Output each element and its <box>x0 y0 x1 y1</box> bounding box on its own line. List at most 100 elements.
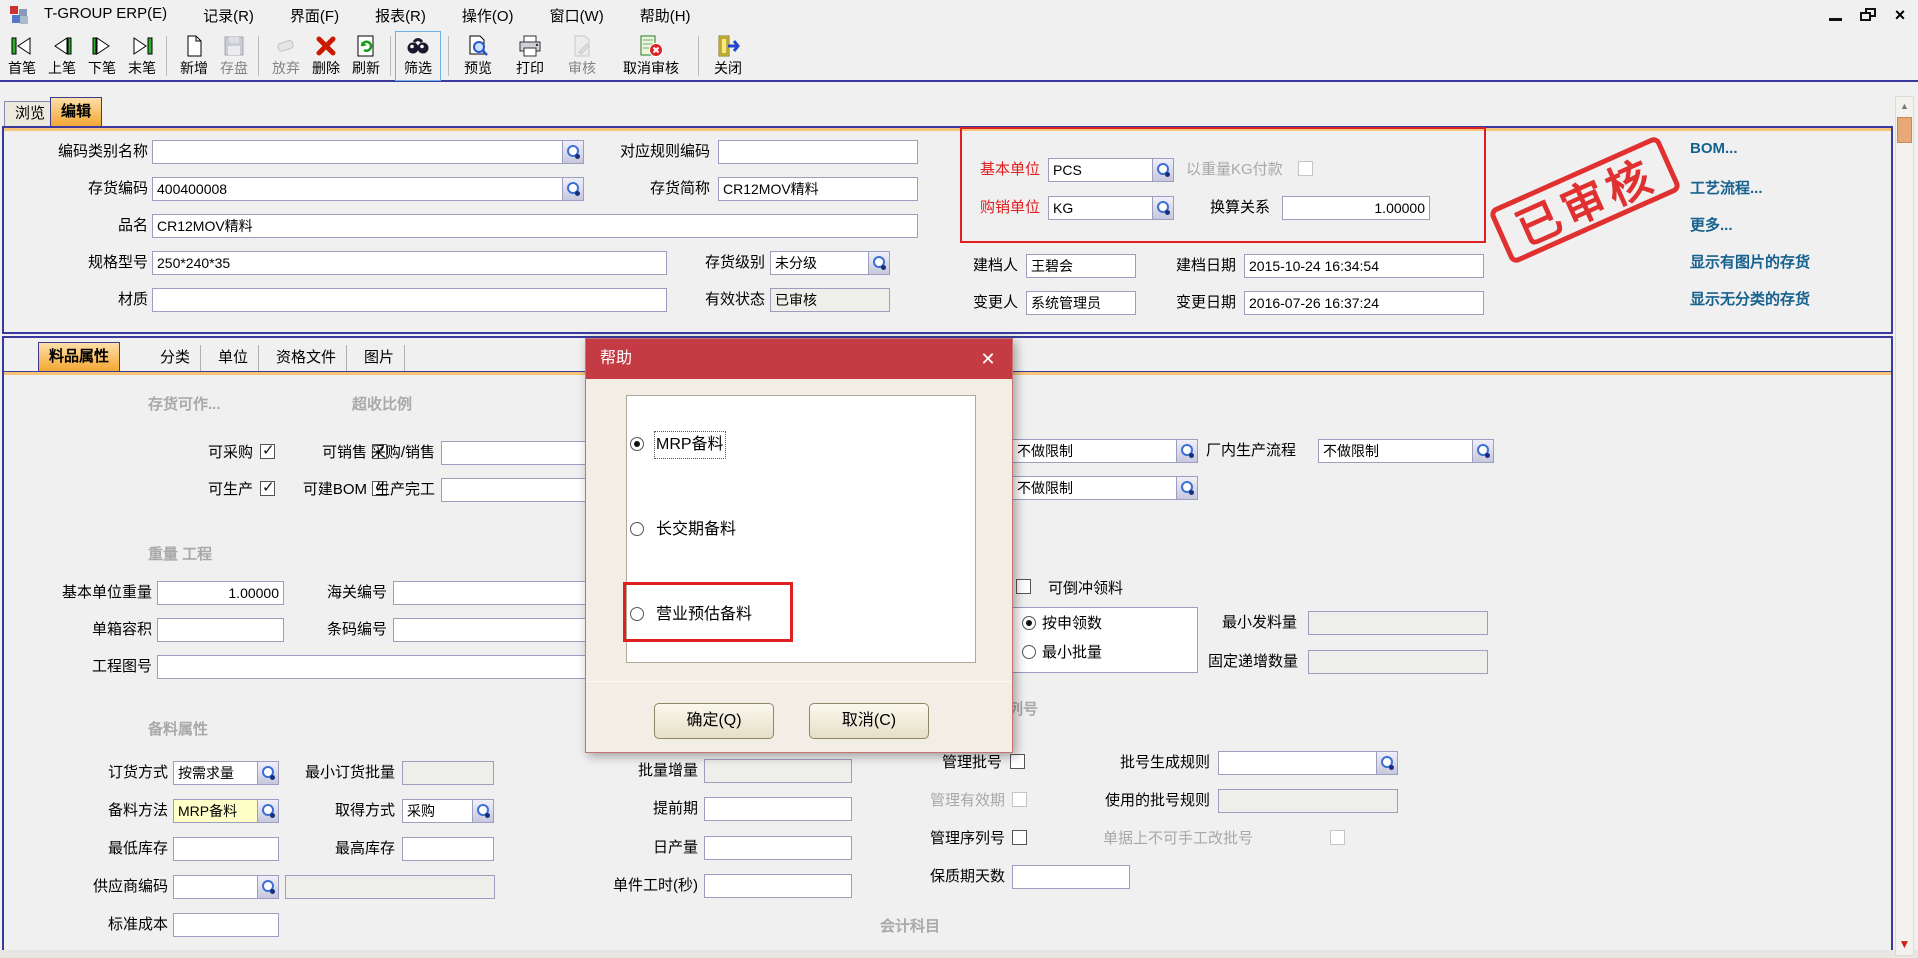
menu-report[interactable]: 报表(R) <box>371 3 430 28</box>
menu-window[interactable]: 窗口(W) <box>546 3 608 28</box>
limit-field-1[interactable]: 不做限制 <box>1012 439 1198 463</box>
box-volume-field[interactable] <box>157 618 284 642</box>
filter-button[interactable]: 筛选 <box>396 32 440 80</box>
acquire-field[interactable]: 采购 <box>402 799 494 823</box>
scroll-thumb[interactable] <box>1897 117 1912 143</box>
inv-abbr-field[interactable]: CR12MOV精料 <box>718 177 918 201</box>
menu-help[interactable]: 帮助(H) <box>636 3 695 28</box>
tab-edit[interactable]: 编辑 <box>50 97 102 126</box>
base-unit-label: 基本单位 <box>968 158 1040 182</box>
daily-output-field[interactable] <box>704 836 852 860</box>
dialog-close-icon[interactable]: ✕ <box>976 347 1000 371</box>
max-stock-field[interactable] <box>402 837 494 861</box>
minimize-button[interactable] <box>1824 4 1848 26</box>
spec-field[interactable]: 250*240*35 <box>152 251 667 275</box>
scroll-up-icon[interactable]: ▲ <box>1896 97 1913 115</box>
tab-qualification-files[interactable]: 资格文件 <box>266 345 347 371</box>
lookup-icon[interactable] <box>472 799 494 823</box>
link-bom[interactable]: BOM... <box>1690 140 1738 157</box>
option-mrp-radio[interactable] <box>630 437 644 451</box>
menu-operate[interactable]: 操作(O) <box>458 3 518 28</box>
option-mrp-label[interactable]: MRP备料 <box>656 433 724 457</box>
option-long-cycle-radio[interactable] <box>630 522 644 536</box>
tab-pictures[interactable]: 图片 <box>354 345 405 371</box>
new-button[interactable]: 新增 <box>174 32 214 80</box>
manage-batch-checkbox[interactable] <box>1010 754 1025 769</box>
trade-unit-label: 购销单位 <box>968 196 1040 220</box>
refresh-button[interactable]: 刷新 <box>346 32 386 80</box>
lead-time-field[interactable] <box>704 797 852 821</box>
preview-button[interactable]: 预览 <box>456 32 500 80</box>
lookup-icon[interactable] <box>257 761 279 785</box>
purchasable-checkbox[interactable] <box>260 444 275 459</box>
lookup-icon[interactable] <box>562 177 584 201</box>
vertical-scrollbar[interactable]: ▲ ▼ <box>1895 96 1914 956</box>
last-record-button[interactable]: 末笔 <box>122 32 162 80</box>
lookup-icon[interactable] <box>1472 439 1494 463</box>
limit-field-2[interactable]: 不做限制 <box>1012 476 1198 500</box>
tab-classification[interactable]: 分类 <box>150 345 201 371</box>
lookup-icon[interactable] <box>1152 158 1174 182</box>
drawing-no-field[interactable] <box>157 655 635 679</box>
menu-interface[interactable]: 界面(F) <box>286 3 343 28</box>
prev-record-button[interactable]: 上笔 <box>42 32 82 80</box>
lookup-icon[interactable] <box>257 875 279 899</box>
ok-button[interactable]: 确定(Q) <box>654 703 774 739</box>
lookup-icon[interactable] <box>868 251 890 275</box>
stockup-method-field[interactable]: MRP备料 <box>173 799 279 823</box>
close-window-button[interactable]: × <box>1888 4 1912 26</box>
link-more[interactable]: 更多... <box>1690 214 1733 235</box>
next-record-button[interactable]: 下笔 <box>82 32 122 80</box>
option-long-cycle-label[interactable]: 长交期备料 <box>656 518 736 542</box>
rule-code-field[interactable] <box>718 140 918 164</box>
lookup-icon[interactable] <box>1176 476 1198 500</box>
min-batch-radio[interactable] <box>1022 645 1036 659</box>
close-button[interactable]: 关闭 <box>706 32 750 80</box>
producible-checkbox[interactable] <box>260 481 275 496</box>
supplier-field[interactable] <box>173 875 279 899</box>
lookup-icon[interactable] <box>1376 751 1398 775</box>
tab-item-attributes[interactable]: 料品属性 <box>38 342 120 371</box>
shelf-days-field[interactable] <box>1012 865 1130 889</box>
base-unit-field[interactable]: PCS <box>1048 158 1174 182</box>
link-process-flow[interactable]: 工艺流程... <box>1690 177 1763 198</box>
trade-unit-field[interactable]: KG <box>1048 196 1174 220</box>
refresh-icon <box>346 34 386 60</box>
first-record-button[interactable]: 首笔 <box>2 32 42 80</box>
tab-units[interactable]: 单位 <box>208 345 259 371</box>
cancel-audit-button[interactable]: 取消审核 <box>612 32 690 80</box>
code-class-field[interactable] <box>152 140 584 164</box>
std-cost-field[interactable] <box>173 913 279 937</box>
backflush-checkbox[interactable] <box>1016 579 1031 594</box>
lookup-icon[interactable] <box>1152 196 1174 220</box>
restore-button[interactable] <box>1856 4 1880 26</box>
batch-rule-field[interactable] <box>1218 751 1398 775</box>
unit-hours-field[interactable] <box>704 874 852 898</box>
menu-record[interactable]: 记录(R) <box>199 3 258 28</box>
tab-browse[interactable]: 浏览 <box>4 101 56 126</box>
material-field[interactable] <box>152 288 667 312</box>
link-show-unclassified[interactable]: 显示无分类的存货 <box>1690 288 1810 309</box>
manage-serial-label: 管理序列号 <box>920 827 1005 851</box>
print-button[interactable]: 打印 <box>508 32 552 80</box>
lookup-icon[interactable] <box>562 140 584 164</box>
option-sales-forecast-radio[interactable] <box>630 607 644 621</box>
name-field[interactable]: CR12MOV精料 <box>152 214 918 238</box>
cancel-dialog-button[interactable]: 取消(C) <box>809 703 929 739</box>
scroll-down-icon[interactable]: ▼ <box>1896 935 1913 953</box>
base-weight-field[interactable]: 1.00000 <box>157 581 284 605</box>
inv-code-field[interactable]: 400400008 <box>152 177 584 201</box>
delete-button[interactable]: 删除 <box>306 32 346 80</box>
lookup-icon[interactable] <box>257 799 279 823</box>
grade-field[interactable]: 未分级 <box>770 251 890 275</box>
conversion-field[interactable]: 1.00000 <box>1282 196 1430 220</box>
menu-app[interactable]: T-GROUP ERP(E) <box>40 3 171 28</box>
option-sales-forecast-label[interactable]: 营业预估备料 <box>656 603 752 627</box>
link-show-with-pictures[interactable]: 显示有图片的存货 <box>1690 251 1810 272</box>
lookup-icon[interactable] <box>1176 439 1198 463</box>
factory-flow-field[interactable]: 不做限制 <box>1318 439 1494 463</box>
manage-serial-checkbox[interactable] <box>1012 830 1027 845</box>
order-way-field[interactable]: 按需求量 <box>173 761 279 785</box>
min-stock-field[interactable] <box>173 837 279 861</box>
by-request-radio[interactable] <box>1022 616 1036 630</box>
